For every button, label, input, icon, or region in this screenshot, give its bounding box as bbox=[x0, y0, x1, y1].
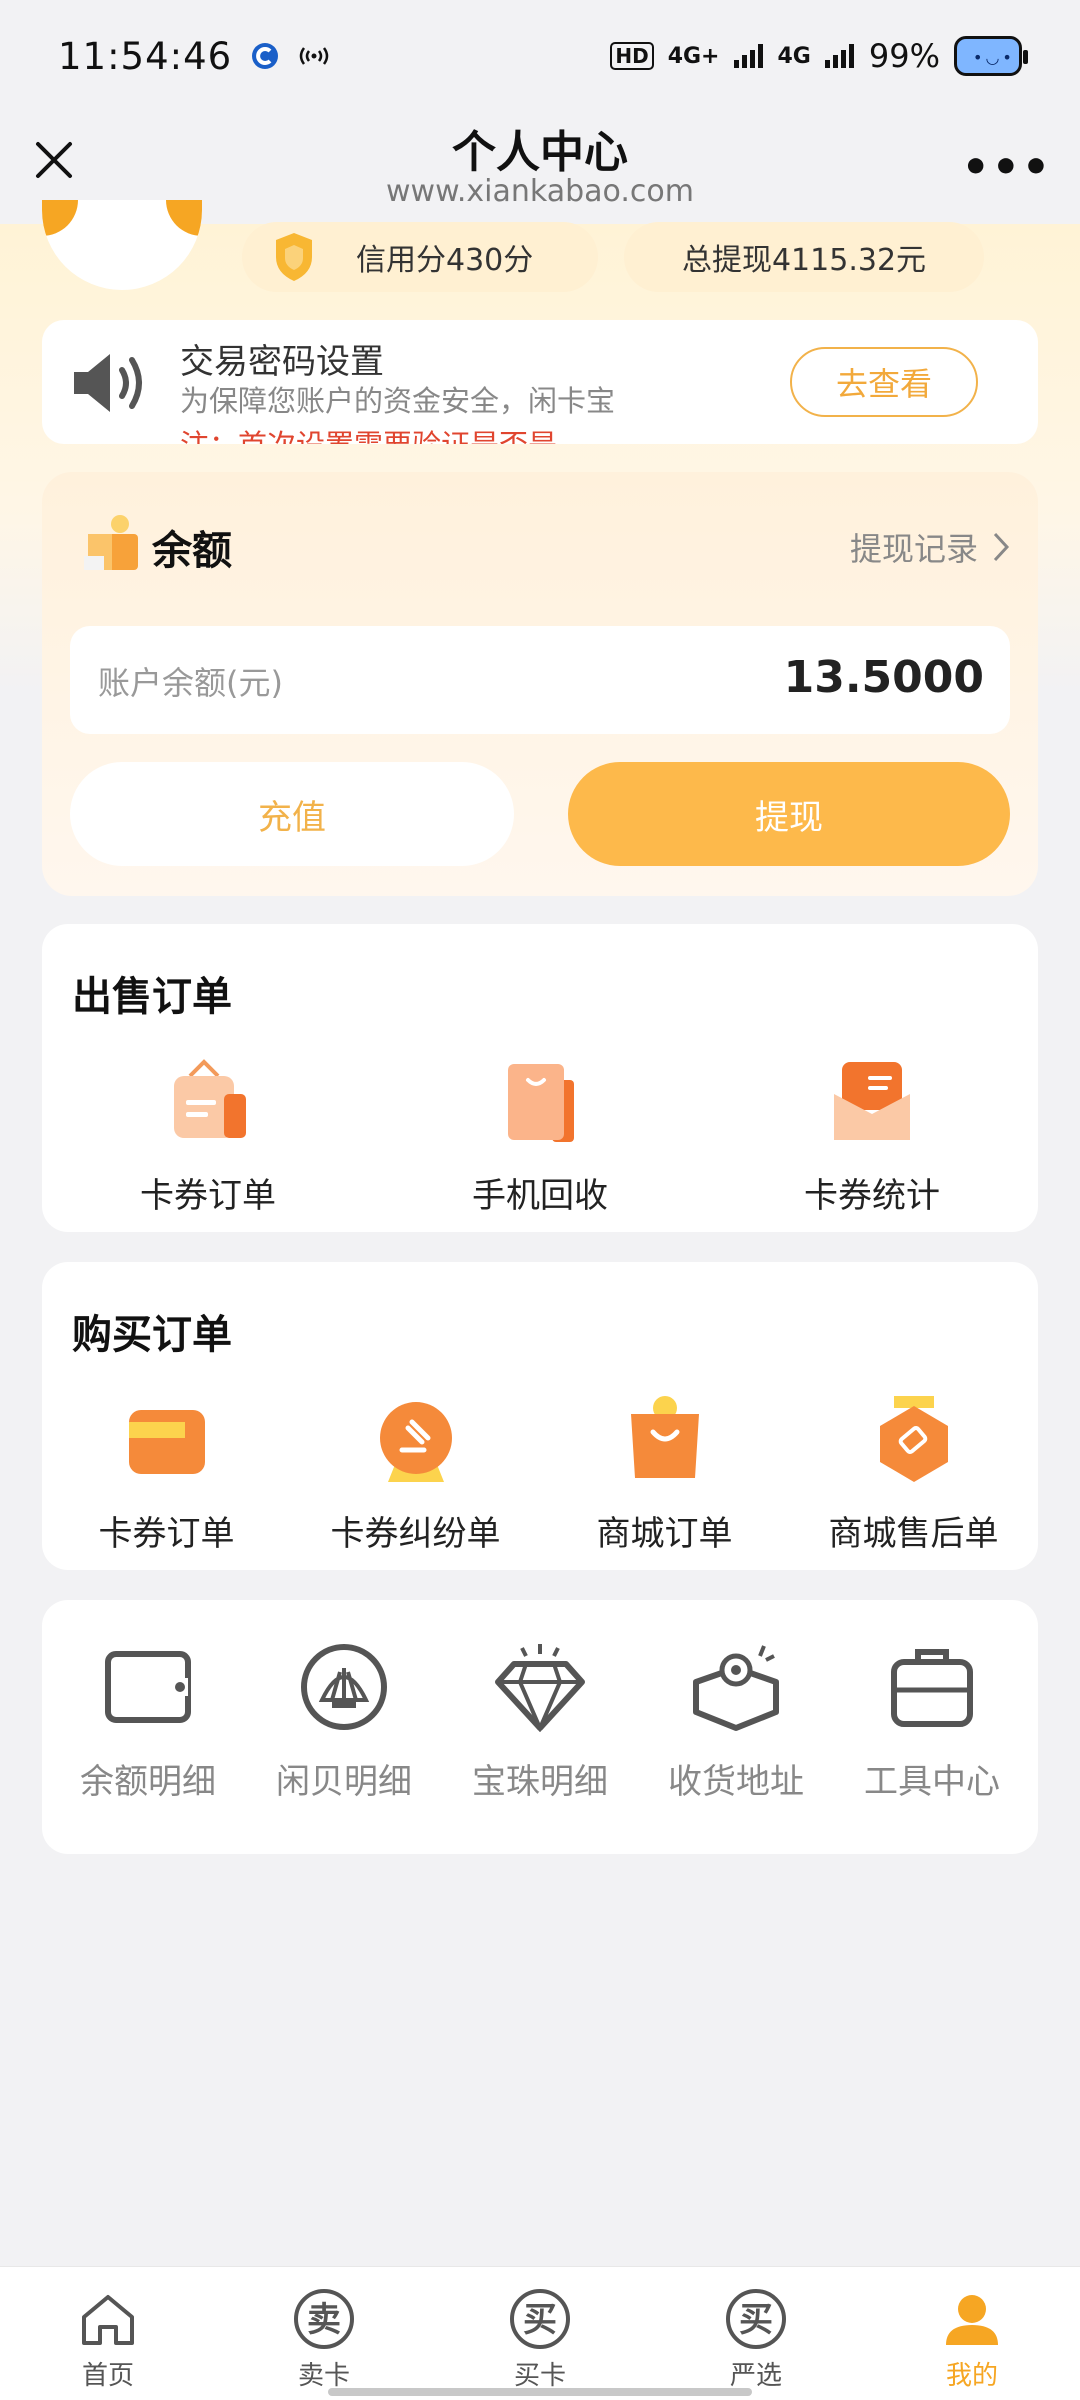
signal-sim1-label: 4G+ bbox=[667, 43, 720, 69]
hd-icon: HD bbox=[610, 42, 654, 70]
toolbox-icon bbox=[891, 1649, 973, 1727]
phone-recycle-icon bbox=[508, 1064, 574, 1142]
battery-percent: 99% bbox=[868, 37, 940, 75]
withdraw-record-link[interactable]: 提现记录 bbox=[850, 524, 1010, 570]
tools-card: 余额明细 闲贝明细 宝珠明细 收货地址 工具中心 bbox=[42, 1600, 1038, 1854]
mall-after-sale-label: 商城售后单 bbox=[828, 1514, 999, 1554]
trade-password-notice: 交易密码设置 为保障您账户的资金安全，闲卡宝 注：首次设置需要验证是否是 去查看 bbox=[42, 320, 1038, 444]
tab-selected[interactable]: 买 严选 bbox=[648, 2267, 864, 2400]
more-menu-icon[interactable]: ••• bbox=[962, 142, 1052, 193]
pearl-detail-item[interactable]: 宝珠明细 bbox=[442, 1642, 638, 1803]
signal-sim2-icon bbox=[824, 44, 854, 68]
balance-detail-label: 余额明细 bbox=[80, 1762, 216, 1802]
account-balance-value: 13.5000 bbox=[783, 652, 984, 703]
credit-score-text: 信用分430分 bbox=[356, 243, 534, 278]
signal-sim1-icon bbox=[733, 44, 763, 68]
view-button[interactable]: 去查看 bbox=[790, 347, 978, 417]
home-indicator[interactable] bbox=[328, 2388, 752, 2396]
tab-mine-label: 我的 bbox=[945, 2361, 998, 2391]
wallet-icon bbox=[105, 1651, 191, 1723]
balance-title: 余额 bbox=[152, 528, 232, 574]
signal-sim2-label: 4G bbox=[777, 43, 811, 69]
tab-mine[interactable]: 我的 bbox=[864, 2267, 1080, 2400]
shipping-address-item[interactable]: 收货地址 bbox=[638, 1642, 834, 1803]
status-bar: 11:54:46 HD 4G+ 4G 99% •◡• bbox=[0, 0, 1080, 112]
buy-orders-title: 购买订单 bbox=[72, 1312, 232, 1358]
shell-detail-label: 闲贝明细 bbox=[276, 1762, 412, 1802]
tab-buy-card-label: 买卡 bbox=[513, 2361, 566, 2391]
notice-warning: 注：首次设置需要验证是否是 bbox=[180, 422, 557, 444]
sell-icon: 卖 bbox=[294, 2289, 354, 2349]
withdraw-record-label: 提现记录 bbox=[849, 530, 978, 568]
buy-card-order-label: 卡券订单 bbox=[98, 1514, 235, 1554]
total-withdraw-text: 总提现4115.32元 bbox=[681, 243, 927, 278]
card-stats-icon bbox=[834, 1062, 910, 1140]
card-order-icon bbox=[174, 1059, 246, 1138]
notice-description: 为保障您账户的资金安全，闲卡宝 bbox=[180, 384, 616, 418]
withdraw-button[interactable]: 提现 bbox=[568, 762, 1010, 866]
recharge-button[interactable]: 充值 bbox=[70, 762, 514, 866]
buy-card-order-item[interactable]: 卡券订单 bbox=[42, 1392, 291, 1555]
shopping-bag-icon bbox=[630, 1396, 699, 1478]
pearl-detail-label: 宝珠明细 bbox=[472, 1762, 608, 1802]
tab-home-label: 首页 bbox=[81, 2361, 134, 2391]
bottom-tab-bar: 首页 卖 卖卡 买 买卡 买 严选 我的 bbox=[0, 2266, 1080, 2400]
after-sale-icon bbox=[879, 1396, 948, 1482]
mall-order-label: 商城订单 bbox=[596, 1514, 733, 1554]
tab-selected-label: 严选 bbox=[729, 2361, 782, 2391]
nfc-icon bbox=[299, 47, 329, 65]
gavel-icon bbox=[379, 1402, 452, 1482]
card-stats-label: 卡券统计 bbox=[804, 1176, 940, 1216]
phone-recycle-label: 手机回收 bbox=[472, 1176, 608, 1216]
diamond-icon bbox=[495, 1644, 585, 1732]
phone-recycle-item[interactable]: 手机回收 bbox=[374, 1054, 706, 1217]
sell-card-order-label: 卡券订单 bbox=[140, 1176, 276, 1216]
tab-buy-card[interactable]: 买 买卡 bbox=[432, 2267, 648, 2400]
home-icon bbox=[82, 2295, 134, 2345]
location-box-icon bbox=[693, 1645, 779, 1731]
shield-icon bbox=[276, 233, 312, 281]
sell-orders-card: 出售订单 卡券订单 手机回收 卡券统计 bbox=[42, 924, 1038, 1232]
shell-detail-item[interactable]: 闲贝明细 bbox=[246, 1642, 442, 1803]
balance-card: 余额 提现记录 账户余额(元) 13.5000 充值 提现 bbox=[42, 472, 1038, 896]
card-dispute-label: 卡券纠纷单 bbox=[330, 1514, 501, 1554]
battery-icon: •◡• bbox=[954, 36, 1028, 76]
tab-sell-card-label: 卖卡 bbox=[297, 2361, 350, 2391]
card-stats-item[interactable]: 卡券统计 bbox=[706, 1054, 1038, 1217]
selected-icon: 买 bbox=[726, 2289, 786, 2349]
credit-score-badge[interactable]: 信用分430分 bbox=[242, 222, 598, 292]
money-box-icon bbox=[84, 515, 138, 570]
buy-orders-card: 购买订单 卡券订单 卡券纠纷单 商城订单 商城售后单 bbox=[42, 1262, 1038, 1570]
tab-home[interactable]: 首页 bbox=[0, 2267, 216, 2400]
sell-glyph: 卖 bbox=[307, 2300, 341, 2340]
card-dispute-item[interactable]: 卡券纠纷单 bbox=[291, 1392, 540, 1555]
speaker-icon bbox=[74, 354, 142, 412]
selected-glyph: 买 bbox=[739, 2300, 773, 2340]
tab-sell-card[interactable]: 卖 卖卡 bbox=[216, 2267, 432, 2400]
sell-card-order-item[interactable]: 卡券订单 bbox=[42, 1054, 374, 1217]
buy-icon: 买 bbox=[510, 2289, 570, 2349]
chevron-right-icon bbox=[993, 532, 1010, 562]
tool-center-item[interactable]: 工具中心 bbox=[834, 1642, 1030, 1803]
shipping-address-label: 收货地址 bbox=[668, 1762, 804, 1802]
balance-detail-item[interactable]: 余额明细 bbox=[50, 1642, 246, 1803]
shell-icon bbox=[301, 1644, 387, 1730]
total-withdraw-badge[interactable]: 总提现4115.32元 bbox=[624, 222, 984, 292]
mall-order-item[interactable]: 商城订单 bbox=[540, 1392, 789, 1555]
sell-orders-title: 出售订单 bbox=[72, 974, 232, 1020]
notice-title: 交易密码设置 bbox=[180, 342, 384, 382]
page-title: 个人中心 bbox=[452, 127, 628, 178]
account-balance-label: 账户余额(元) bbox=[98, 664, 283, 702]
mall-after-sale-item[interactable]: 商城售后单 bbox=[789, 1392, 1038, 1555]
account-balance-row: 账户余额(元) 13.5000 bbox=[70, 626, 1010, 734]
buy-glyph: 买 bbox=[523, 2300, 557, 2340]
card-icon bbox=[128, 1410, 205, 1474]
app-notification-icon bbox=[252, 43, 279, 69]
user-icon bbox=[946, 2295, 998, 2345]
tool-center-label: 工具中心 bbox=[864, 1762, 1000, 1802]
status-time: 11:54:46 bbox=[58, 34, 233, 78]
